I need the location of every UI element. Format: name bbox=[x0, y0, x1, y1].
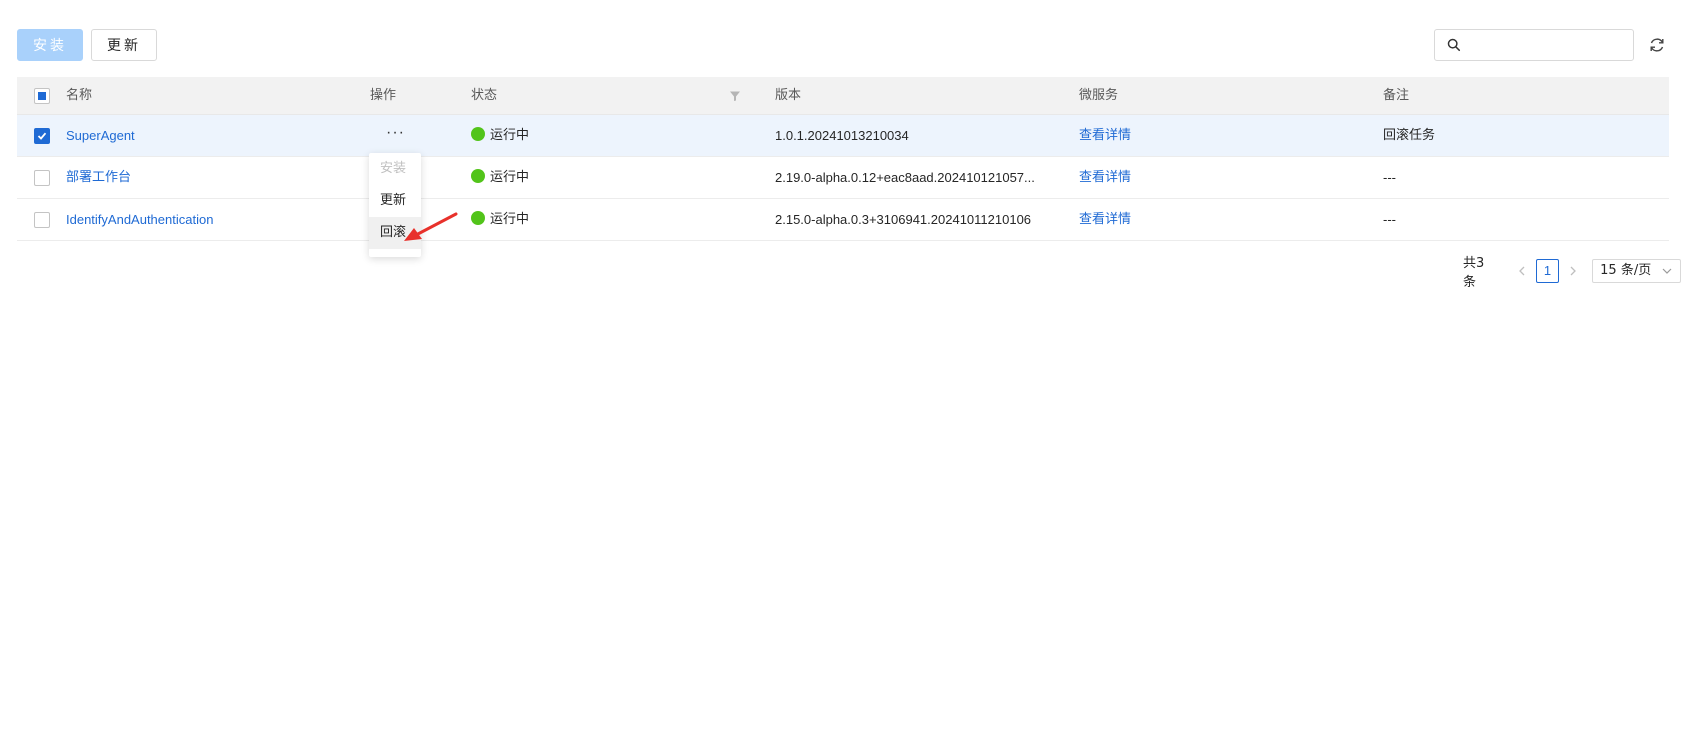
search-box bbox=[1434, 29, 1634, 61]
microservice-details-link[interactable]: 查看详情 bbox=[1079, 199, 1131, 241]
app-name-link[interactable]: SuperAgent bbox=[66, 115, 135, 157]
status-text: 运行中 bbox=[490, 128, 530, 143]
version-cell: 2.15.0-alpha.0.3+3106941.20241011210106 bbox=[775, 212, 1032, 227]
page-size-value: 15 条/页 bbox=[1600, 263, 1652, 278]
prev-page-icon[interactable] bbox=[1516, 264, 1528, 279]
table-row: SuperAgent ··· 运行中 1.0.1.20241013210034 … bbox=[17, 115, 1669, 157]
version-cell: 2.19.0-alpha.0.12+eac8aad.202410121057..… bbox=[775, 170, 1035, 185]
refresh-icon[interactable] bbox=[1648, 36, 1666, 54]
table-row: IdentifyAndAuthentication 运行中 2.15.0-alp… bbox=[17, 199, 1669, 241]
status-cell: 运行中 bbox=[471, 157, 529, 199]
app-name-link[interactable]: 部署工作台 bbox=[66, 157, 131, 199]
status-cell: 运行中 bbox=[471, 199, 529, 241]
update-button[interactable]: 更新 bbox=[91, 29, 157, 61]
table-header: 名称 操作 状态 版本 微服务 备注 bbox=[17, 77, 1669, 115]
remark-cell: --- bbox=[1383, 170, 1396, 185]
toolbar: 安装 更新 bbox=[17, 29, 157, 62]
remark-cell: 回滚任务 bbox=[1383, 128, 1436, 143]
microservice-details-link[interactable]: 查看详情 bbox=[1079, 115, 1131, 157]
row-checkbox[interactable] bbox=[34, 128, 50, 144]
row-checkbox[interactable] bbox=[34, 212, 50, 228]
page-size-select[interactable]: 15 条/页 bbox=[1592, 259, 1681, 283]
annotation-arrow bbox=[404, 212, 458, 241]
pagination: 共3条 1 15 条/页 bbox=[1463, 256, 1681, 290]
column-header-version: 版本 bbox=[775, 88, 802, 103]
more-actions-button[interactable]: ··· bbox=[386, 115, 405, 151]
status-running-icon bbox=[471, 211, 485, 225]
remark-cell: --- bbox=[1383, 212, 1396, 227]
app-name-link[interactable]: IdentifyAndAuthentication bbox=[66, 199, 213, 241]
menu-item-install[interactable]: 安装 bbox=[369, 153, 421, 185]
pagination-total: 共3条 bbox=[1463, 256, 1485, 290]
status-cell: 运行中 bbox=[471, 115, 529, 157]
status-running-icon bbox=[471, 127, 485, 141]
filter-icon[interactable] bbox=[729, 90, 741, 102]
column-header-microservice: 微服务 bbox=[1079, 88, 1119, 103]
column-header-status: 状态 bbox=[471, 88, 498, 103]
status-text: 运行中 bbox=[490, 212, 530, 227]
status-running-icon bbox=[471, 169, 485, 183]
search-icon bbox=[1447, 38, 1461, 52]
column-header-action: 操作 bbox=[370, 88, 397, 103]
select-all-checkbox[interactable] bbox=[34, 88, 50, 104]
row-checkbox[interactable] bbox=[34, 170, 50, 186]
column-header-remark: 备注 bbox=[1383, 88, 1410, 103]
table-row: 部署工作台 运行中 2.19.0-alpha.0.12+eac8aad.2024… bbox=[17, 157, 1669, 199]
page-number-button[interactable]: 1 bbox=[1535, 259, 1560, 283]
install-button[interactable]: 安装 bbox=[17, 29, 83, 61]
search-input[interactable] bbox=[1467, 30, 1627, 60]
column-header-name: 名称 bbox=[66, 88, 93, 103]
next-page-icon[interactable] bbox=[1567, 264, 1579, 279]
app-table: 名称 操作 状态 版本 微服务 备注 SuperAgent ··· 运行中 1.… bbox=[17, 77, 1669, 241]
chevron-down-icon bbox=[1662, 268, 1672, 274]
version-cell: 1.0.1.20241013210034 bbox=[775, 128, 909, 143]
microservice-details-link[interactable]: 查看详情 bbox=[1079, 157, 1131, 199]
status-text: 运行中 bbox=[490, 170, 530, 185]
